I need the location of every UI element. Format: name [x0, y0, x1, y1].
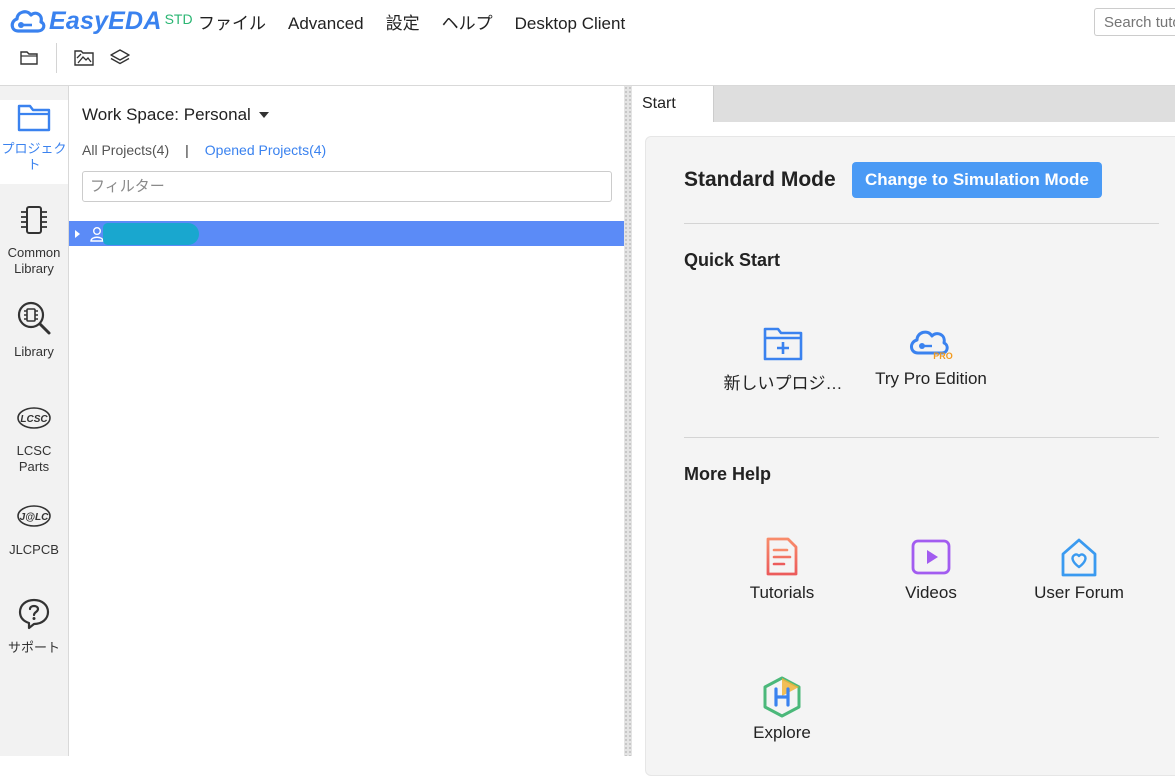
left-rail: プロジェクト Common Library Library LCSC LCSC …	[0, 86, 69, 756]
start-card: Standard Mode Change to Simulation Mode …	[645, 136, 1175, 776]
app-logo[interactable]: EasyEDA STD	[8, 6, 193, 36]
rail-label-lcsc-parts: LCSC Parts	[16, 443, 52, 474]
rail-item-jlcpcb[interactable]: J@LC JLCPCB	[0, 498, 68, 558]
all-projects-tab[interactable]: All Projects(4)	[82, 142, 169, 158]
tutorials-label: Tutorials	[749, 583, 815, 602]
rail-label-library: Library	[14, 344, 54, 359]
project-tabs: All Projects(4) | Opened Projects(4)	[82, 142, 326, 158]
folder-icon	[17, 104, 51, 132]
opened-projects-tab[interactable]: Opened Projects(4)	[205, 142, 326, 158]
chip-icon	[21, 206, 47, 234]
forum-icon	[1061, 538, 1097, 577]
tutorials-tile[interactable]: Tutorials	[707, 537, 857, 603]
folder-icon	[20, 51, 38, 65]
rail-item-project[interactable]: プロジェクト	[0, 100, 68, 184]
rail-item-library[interactable]: Library	[0, 300, 68, 360]
open-folder-button[interactable]	[14, 44, 44, 72]
project-panel: Work Space: Personal All Projects(4) | O…	[69, 86, 624, 756]
rail-item-lcsc-parts[interactable]: LCSC LCSC Parts	[0, 400, 68, 475]
caret-down-icon	[258, 112, 269, 118]
document-tab-bar: Start	[632, 86, 1175, 122]
rail-label-common-library: Common Library	[7, 245, 61, 276]
top-bar: EasyEDA STD ファイル Advanced 設定 ヘルプ Desktop…	[0, 0, 1175, 86]
image-folder-button[interactable]	[69, 44, 99, 72]
pro-badge: PRO	[933, 351, 953, 361]
lcsc-logo-text: LCSC	[20, 414, 48, 425]
more-help-title: More Help	[684, 464, 772, 484]
mode-title: Standard Mode	[684, 168, 836, 191]
try-pro-tile[interactable]: PRO Try Pro Edition	[856, 323, 1006, 389]
jlc-logo-icon: J@LC	[17, 505, 51, 527]
search-input[interactable]	[1094, 8, 1175, 36]
workspace-label: Work Space: Personal	[82, 105, 251, 124]
expand-arrow-icon[interactable]	[75, 229, 80, 238]
videos-tile[interactable]: Videos	[856, 537, 1006, 603]
rail-label-jlcpcb: JLCPCB	[9, 542, 59, 557]
menu-settings[interactable]: 設定	[378, 12, 428, 36]
workspace-selector[interactable]: Work Space: Personal	[82, 105, 269, 125]
tab-start[interactable]: Start	[632, 86, 714, 122]
project-tree-row[interactable]	[69, 221, 624, 246]
menu-desktop-client[interactable]: Desktop Client	[507, 12, 634, 36]
menu-help[interactable]: ヘルプ	[434, 12, 501, 36]
search-chip-icon	[17, 301, 51, 335]
image-folder-icon	[74, 50, 94, 66]
toolbar	[14, 43, 135, 73]
start-page: Standard Mode Change to Simulation Mode …	[632, 122, 1175, 776]
rail-label-project: プロジェクト	[1, 141, 67, 172]
panel-splitter[interactable]	[624, 86, 632, 756]
divider	[684, 223, 1159, 224]
explore-label: Explore	[753, 723, 811, 742]
try-pro-label: Try Pro Edition	[875, 369, 987, 388]
quick-start-title: Quick Start	[684, 250, 781, 270]
menu-file[interactable]: ファイル	[190, 12, 274, 36]
layers-icon	[110, 49, 130, 65]
new-project-tile[interactable]: 新しいプロジ…	[708, 323, 858, 394]
videos-icon	[911, 539, 951, 575]
rail-label-support: サポート	[7, 640, 60, 655]
main-menu: ファイル Advanced 設定 ヘルプ Desktop Client	[190, 12, 633, 36]
menu-advanced[interactable]: Advanced	[280, 12, 372, 36]
new-project-label: 新しいプロジ…	[723, 374, 843, 393]
new-project-icon	[763, 327, 803, 361]
logo-text: EasyEDA	[49, 6, 162, 35]
tab-separator: |	[185, 142, 189, 158]
user-forum-tile[interactable]: User Forum	[1004, 537, 1154, 603]
cloud-logo-icon	[10, 10, 46, 33]
explore-icon	[763, 676, 801, 718]
rail-item-common-library[interactable]: Common Library	[0, 202, 68, 277]
videos-label: Videos	[905, 583, 957, 602]
lcsc-logo-icon: LCSC	[17, 407, 51, 429]
help-icon	[18, 598, 50, 630]
jlc-logo-text: J@LC	[20, 512, 49, 523]
filter-input[interactable]	[82, 171, 612, 202]
layers-button[interactable]	[105, 44, 135, 72]
user-forum-label: User Forum	[1034, 583, 1124, 602]
pro-cloud-icon: PRO	[910, 330, 953, 361]
logo-edition: STD	[164, 11, 193, 27]
explore-tile[interactable]: Explore	[707, 676, 857, 743]
redacted-username	[103, 222, 199, 245]
tutorials-icon	[766, 537, 798, 576]
divider	[684, 437, 1159, 438]
change-mode-button[interactable]: Change to Simulation Mode	[852, 162, 1102, 198]
toolbar-divider	[56, 43, 57, 73]
rail-item-support[interactable]: サポート	[0, 596, 68, 656]
